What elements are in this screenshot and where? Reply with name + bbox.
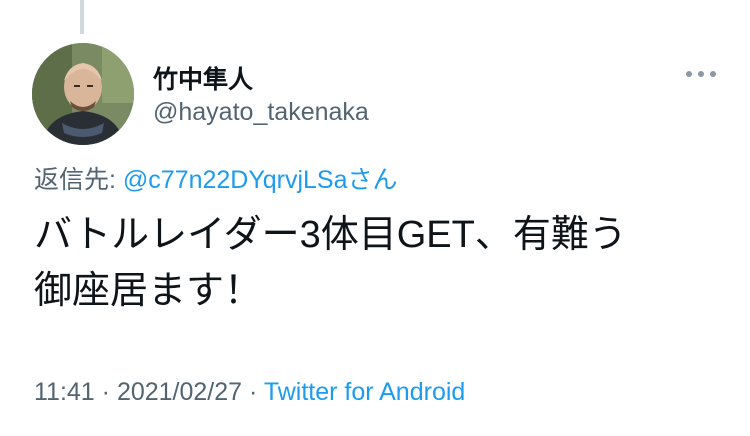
more-options-icon <box>686 71 692 77</box>
avatar[interactable] <box>32 43 134 145</box>
more-options-icon-dot <box>698 71 704 77</box>
author-display-name[interactable]: 竹中隼人 <box>153 60 253 96</box>
tweet-date[interactable]: 2021/02/27 <box>117 378 242 406</box>
meta-separator: · <box>242 378 264 406</box>
more-options-icon-dot <box>710 71 716 77</box>
thread-connector-line <box>80 0 84 34</box>
tweet-source-link[interactable]: Twitter for Android <box>264 378 465 406</box>
reply-to-line: 返信先: @c77n22DYqrvjLSaさん <box>34 160 398 196</box>
avatar-photo <box>32 43 134 145</box>
tweet-text: バトルレイダー3体目GET、有難う 御座居ます！ <box>34 214 627 312</box>
reply-mention-link[interactable]: @c77n22DYqrvjLSaさん <box>123 166 398 194</box>
tweet-time[interactable]: 11:41 <box>34 378 95 406</box>
meta-separator: · <box>94 378 117 406</box>
reply-to-label: 返信先: <box>34 166 123 194</box>
more-options-button[interactable] <box>686 68 716 80</box>
tweet-metadata: 11:41 · 2021/02/27 · Twitter for Android <box>34 378 465 407</box>
author-handle[interactable]: @hayato_takenaka <box>153 98 369 127</box>
